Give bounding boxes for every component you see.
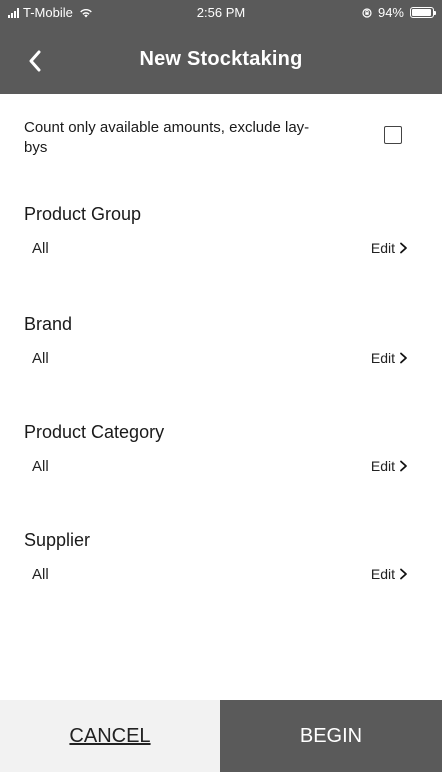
chevron-right-icon <box>400 352 407 364</box>
filter-value: All <box>32 350 49 367</box>
battery-percent: 94% <box>377 5 404 20</box>
edit-product-group-button[interactable]: Edit <box>371 240 408 256</box>
edit-brand-button[interactable]: Edit <box>371 350 408 366</box>
filter-title: Brand <box>24 314 73 334</box>
battery-tip <box>434 11 436 15</box>
exclude-laybys-checkbox[interactable] <box>384 126 402 144</box>
cancel-button[interactable]: CANCEL <box>0 700 220 772</box>
battery-icon <box>410 7 436 18</box>
filter-value: All <box>32 566 49 583</box>
edit-label: Edit <box>370 350 395 366</box>
battery-fill <box>412 9 431 16</box>
filter-value: All <box>32 458 49 475</box>
option-label: Count only available amounts, exclude la… <box>24 119 310 156</box>
status-bar: T-Mobile 2:56 PM 94% <box>0 0 442 26</box>
chevron-right-icon <box>400 568 407 580</box>
edit-label: Edit <box>370 458 395 474</box>
filter-supplier: Supplier All Edit <box>24 530 418 610</box>
filter-product-category: Product Category All Edit <box>24 422 418 502</box>
exclude-laybys-option[interactable]: Count only available amounts, exclude la… <box>24 118 418 162</box>
edit-product-category-button[interactable]: Edit <box>371 458 408 474</box>
chevron-right-icon <box>400 460 407 472</box>
footer-actions: CANCEL BEGIN <box>0 700 442 772</box>
edit-label: Edit <box>370 566 395 582</box>
filter-title: Product Group <box>24 204 142 224</box>
filter-brand: Brand All Edit <box>24 314 418 394</box>
page-title: New Stocktaking <box>139 48 303 70</box>
filter-value: All <box>32 240 49 257</box>
app-header: T-Mobile 2:56 PM 94% New Stocktaking <box>0 0 442 94</box>
chevron-right-icon <box>400 242 407 254</box>
filter-product-group: Product Group All Edit <box>24 204 418 284</box>
edit-supplier-button[interactable]: Edit <box>371 566 408 582</box>
nav-bar: New Stocktaking <box>0 38 442 84</box>
rotation-lock-icon <box>362 7 372 18</box>
filter-title: Product Category <box>24 422 165 442</box>
status-right: 94% <box>362 5 436 20</box>
begin-button[interactable]: BEGIN <box>220 700 442 772</box>
edit-label: Edit <box>370 240 395 256</box>
filter-title: Supplier <box>24 530 91 550</box>
